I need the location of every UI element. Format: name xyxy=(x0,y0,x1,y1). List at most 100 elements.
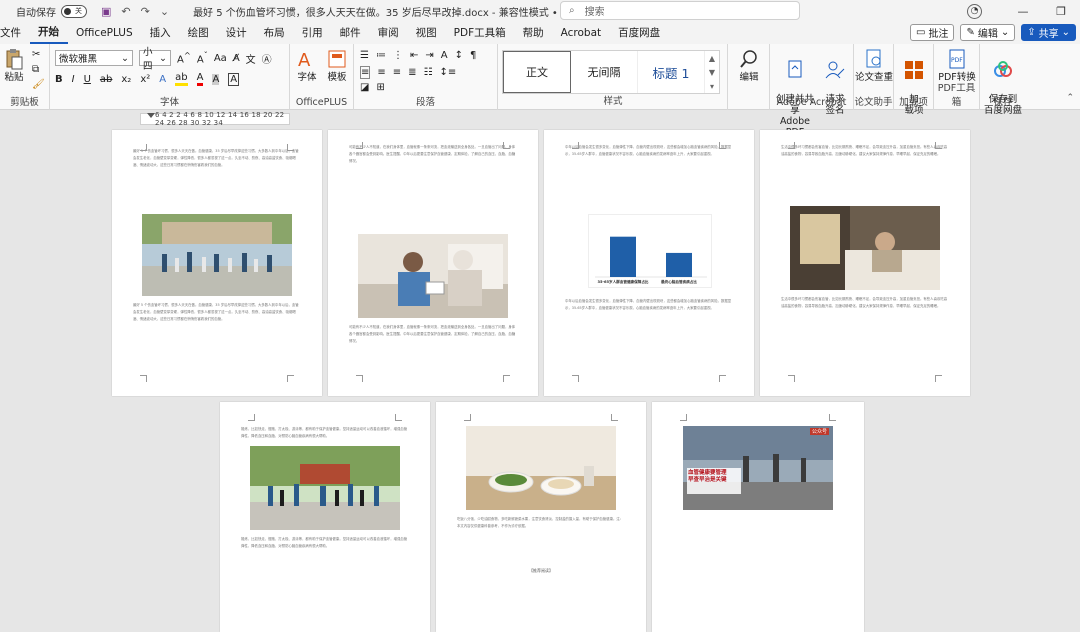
multilevel-list-icon[interactable]: ⋮ xyxy=(393,50,403,61)
collapse-ribbon-icon[interactable]: ⌃ xyxy=(1066,93,1074,103)
style-no-spacing[interactable]: 无间隔 xyxy=(571,51,638,93)
officeplus-font-button[interactable]: A 字体 xyxy=(296,48,318,83)
paste-button[interactable]: 粘贴 xyxy=(3,48,25,83)
decrease-indent-icon[interactable]: ⇤ xyxy=(410,50,418,61)
style-normal[interactable]: 正文 xyxy=(503,51,571,93)
bold-icon[interactable]: B xyxy=(55,74,63,85)
share-button[interactable]: ⇪ 共享 ⌄ xyxy=(1021,24,1076,41)
change-case-icon[interactable]: Aa xyxy=(214,53,227,64)
search-input[interactable]: ⌕ 搜索 xyxy=(560,1,800,20)
format-painter-icon[interactable]: 🖌 xyxy=(32,79,45,90)
increase-indent-icon[interactable]: ⇥ xyxy=(425,50,433,61)
font-name-select[interactable]: 微软雅黑 ⌄ xyxy=(55,50,133,66)
clear-formatting-icon[interactable]: A̸ xyxy=(233,53,240,64)
tab-review[interactable]: 审阅 xyxy=(369,22,407,44)
create-share-pdf-button[interactable]: 创建并共享 Adobe PDF xyxy=(772,48,818,138)
tab-baidu-netdisk[interactable]: 百度网盘 xyxy=(610,22,669,44)
document-page-1[interactable]: 最好 5 个伤血管坏习惯，很多人天天在做。血管健康，35 岁后尽早改掉这些习惯。… xyxy=(112,130,322,396)
show-marks-icon[interactable]: ¶ xyxy=(470,50,476,61)
tab-view[interactable]: 视图 xyxy=(407,22,445,44)
pdf-convert-button[interactable]: PDF PDF转换 xyxy=(936,48,978,83)
cut-icon[interactable]: ✂ xyxy=(32,49,40,60)
tab-draw[interactable]: 绘图 xyxy=(179,22,217,44)
character-border-icon[interactable]: A xyxy=(228,72,240,86)
styles-scroll[interactable]: ▲ ▼ ▾ xyxy=(705,51,719,93)
character-shading-icon[interactable]: A xyxy=(212,73,220,85)
strikethrough-icon[interactable]: ab xyxy=(100,74,112,85)
sort-icon[interactable]: ↕ xyxy=(455,50,463,61)
tab-layout[interactable]: 布局 xyxy=(255,22,293,44)
tab-acrobat[interactable]: Acrobat xyxy=(552,22,610,44)
save-icon[interactable]: ▣ xyxy=(101,5,111,18)
chevron-up-icon[interactable]: ▲ xyxy=(709,54,715,63)
redo-icon[interactable]: ↷ xyxy=(141,5,150,18)
tab-officeplus[interactable]: OfficePLUS xyxy=(68,22,142,44)
undo-icon[interactable]: ↶ xyxy=(121,5,130,18)
tab-mailings[interactable]: 邮件 xyxy=(331,22,369,44)
justify-icon[interactable]: ≣ xyxy=(408,67,416,78)
italic-icon[interactable]: I xyxy=(72,74,75,85)
tab-file[interactable]: 文件 xyxy=(0,22,30,44)
editing-mode-button[interactable]: ✎ 编辑 ⌄ xyxy=(960,24,1016,41)
tab-home[interactable]: 开始 xyxy=(29,23,68,44)
account-avatar-icon[interactable]: ◔ xyxy=(967,3,982,19)
tab-insert[interactable]: 插入 xyxy=(141,22,179,44)
font-color-icon[interactable]: A xyxy=(196,72,204,86)
comment-icon: ▭ xyxy=(915,27,926,38)
underline-icon[interactable]: U xyxy=(84,74,91,85)
editing-group: 编辑 xyxy=(728,44,770,110)
chevron-down-icon[interactable]: ▼ xyxy=(709,68,715,77)
shrink-font-icon[interactable]: Aˇ xyxy=(197,50,208,65)
font-size-select[interactable]: 小四 ⌄ xyxy=(139,47,171,72)
document-page-3[interactable]: 中年以后血管会发生很多变化，血管弹性下降，血管内壁出现斑块，这些都会增加心脑血管… xyxy=(544,130,754,396)
phonetic-guide-icon[interactable]: 文 xyxy=(246,51,256,66)
minimize-icon[interactable]: — xyxy=(1004,5,1042,18)
chinese-layout-icon[interactable]: A xyxy=(441,50,448,61)
tab-references[interactable]: 引用 xyxy=(293,22,331,44)
tab-design[interactable]: 设计 xyxy=(217,22,255,44)
ribbon: 粘贴 ✂ ⧉ 🖌 剪贴板 微软雅黑 ⌄ 小四 ⌄ A^ Aˇ Aa A̸ 文 Ⓐ B… xyxy=(0,44,1080,138)
grow-font-icon[interactable]: A^ xyxy=(177,50,191,65)
borders-icon[interactable]: ⊞ xyxy=(376,82,384,93)
template-icon xyxy=(328,50,346,68)
line-spacing-icon[interactable]: ↕≡ xyxy=(440,67,457,78)
paper-check-button[interactable]: 论文查重 xyxy=(854,48,894,83)
customize-qat-icon[interactable]: ⌄ xyxy=(160,5,169,18)
align-left-icon[interactable]: ≡ xyxy=(360,66,371,79)
copy-icon[interactable]: ⧉ xyxy=(32,64,39,75)
highlight-icon[interactable]: ab xyxy=(175,72,188,86)
shading-icon[interactable]: ◪ xyxy=(360,82,369,93)
clipboard-group: 粘贴 ✂ ⧉ 🖌 剪贴板 xyxy=(0,44,50,110)
document-page-4[interactable]: 生活中很多坏习惯都会伤害血管，比如长期熬夜、睡眠不足，会导致血压升高，加重血管负… xyxy=(760,130,970,396)
document-page-7[interactable]: 血管健康要管理 早查早治是关键 公众号 xyxy=(652,402,864,632)
more-styles-icon[interactable]: ▾ xyxy=(710,82,714,91)
editing-button[interactable]: 编辑 xyxy=(736,48,762,83)
comments-button[interactable]: ▭ 批注 xyxy=(909,24,955,41)
clipboard-group-label: 剪贴板 xyxy=(10,97,39,108)
document-page-2[interactable]: 可能有不少人不知道，在我们身体里，血管就像一条条河流，把血液输送到全身各处。一旦… xyxy=(328,130,538,396)
align-right-icon[interactable]: ≡ xyxy=(393,67,401,78)
document-title[interactable]: 最好 5 个伤血管坏习惯，很多人天天在做。35 岁后尽早改掉.docx - 兼容… xyxy=(193,4,601,19)
horizontal-ruler[interactable]: 6 4 2 2 4 6 8 10 12 14 16 18 20 22 24 26… xyxy=(140,111,290,127)
page-4-photo-bedroom xyxy=(790,206,940,290)
document-page-6[interactable]: 吃饭八分饱，少吃油腻食物，多吃新鲜蔬菜水果，注意饮食清淡，控制盐的摄入量，有助于… xyxy=(436,402,646,632)
tab-help[interactable]: 帮助 xyxy=(514,22,552,44)
bullets-icon[interactable]: ☰ xyxy=(360,50,369,61)
superscript-icon[interactable]: x² xyxy=(140,74,150,85)
page-7-logo: 公众号 xyxy=(809,428,829,435)
enclose-characters-icon[interactable]: Ⓐ xyxy=(262,51,272,66)
autosave-control[interactable]: 自动保存 关 xyxy=(16,4,87,19)
signature-icon xyxy=(825,61,845,79)
template-button[interactable]: 模板 xyxy=(326,48,348,83)
numbering-icon[interactable]: ≔ xyxy=(376,50,386,61)
style-heading-1[interactable]: 标题 1 xyxy=(638,51,705,93)
document-page-5[interactable]: 锻炼，比如快走、慢跑、打太极、游泳等，都有助于保护血管健康。坚持适量运动可以改善… xyxy=(220,402,430,632)
align-center-icon[interactable]: ≡ xyxy=(377,67,385,78)
text-effects-icon[interactable]: A xyxy=(159,74,166,85)
tab-pdf-toolbox[interactable]: PDF工具箱 xyxy=(445,22,514,44)
autosave-toggle[interactable]: 关 xyxy=(61,4,87,18)
subscript-icon[interactable]: x₂ xyxy=(121,74,131,85)
restore-icon[interactable]: ❐ xyxy=(1042,5,1080,18)
share-label: 共享 xyxy=(1038,29,1059,40)
distributed-icon[interactable]: ☷ xyxy=(424,67,433,78)
